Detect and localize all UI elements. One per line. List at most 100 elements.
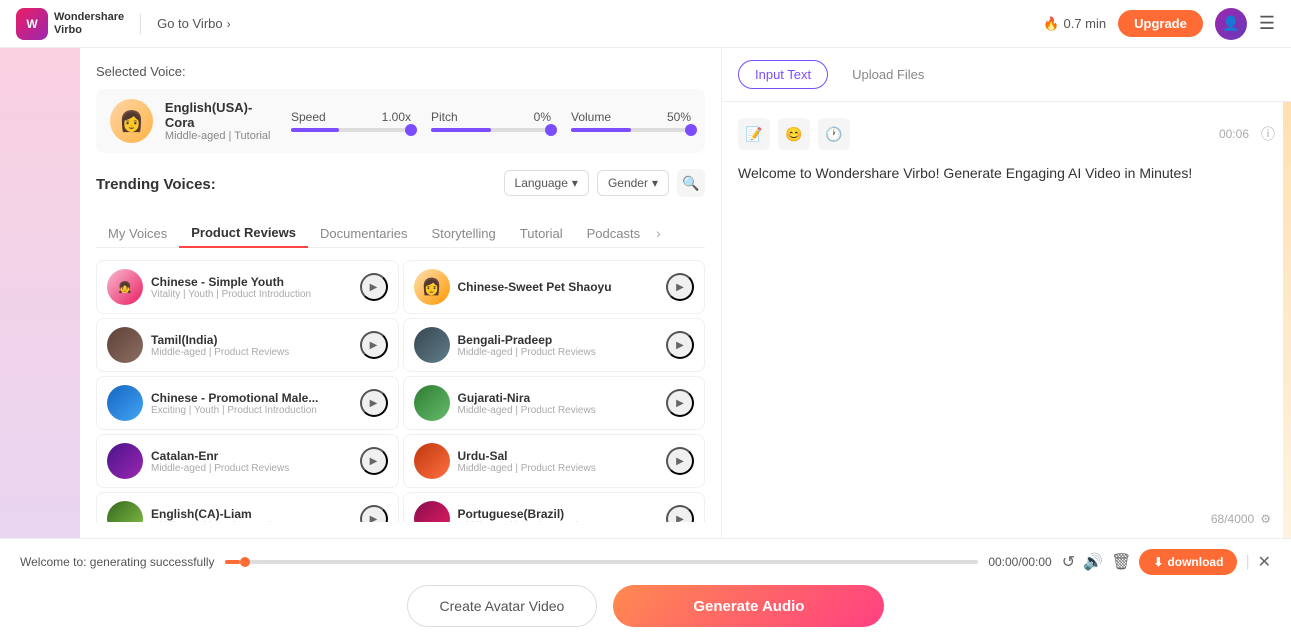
gender-filter[interactable]: Gender ▾: [597, 170, 669, 196]
topbar-right: 🔥 0.7 min Upgrade 👤 ☰: [1043, 8, 1275, 40]
tab-input-text[interactable]: Input Text: [738, 60, 828, 89]
text-content[interactable]: Welcome to Wondershare Virbo! Generate E…: [738, 162, 1275, 462]
voice-item-tags: Middle-aged | Product Reviews: [151, 521, 352, 523]
emoji-button[interactable]: 😊: [778, 118, 810, 150]
speed-slider[interactable]: [291, 128, 411, 132]
logo-text-top: Wondershare: [54, 11, 124, 23]
main-layout: Selected Voice: 👩 English(USA)-Cora Midd…: [0, 48, 1291, 538]
topbar-left: W Wondershare Virbo Go to Virbo ›: [16, 8, 231, 40]
list-item: Chinese - Promotional Male... Exciting |…: [96, 376, 399, 430]
tab-product-reviews[interactable]: Product Reviews: [179, 219, 308, 248]
speed-thumb: [405, 124, 417, 136]
download-icon: ⬇: [1153, 555, 1163, 569]
minute-count: 🔥 0.7 min: [1043, 16, 1106, 32]
list-item: Urdu-Sal Middle-aged | Product Reviews ▶: [403, 434, 706, 488]
pitch-slider-group: Pitch 0%: [431, 110, 551, 132]
tab-upload-files[interactable]: Upload Files: [836, 61, 940, 88]
text-style-button[interactable]: 📝: [738, 118, 770, 150]
right-accent-bar: [1283, 102, 1291, 538]
progress-fill: [225, 560, 240, 564]
separator: |: [1245, 553, 1249, 571]
list-item: Portuguese(Brazil) Middle-aged | Product…: [403, 492, 706, 522]
logo-text-bottom: Virbo: [54, 24, 124, 36]
replay-button[interactable]: ↺: [1062, 552, 1075, 572]
voice-item-info: Gujarati-Nira Middle-aged | Product Revi…: [458, 391, 659, 416]
voice-item-tags: Middle-aged | Product Reviews: [151, 463, 352, 474]
menu-icon[interactable]: ☰: [1259, 13, 1275, 34]
upgrade-button[interactable]: Upgrade: [1118, 10, 1203, 37]
list-item: English(CA)-Liam Middle-aged | Product R…: [96, 492, 399, 522]
chevron-down-icon: ▾: [572, 176, 578, 190]
progress-dot: [240, 557, 250, 567]
list-item: Tamil(India) Middle-aged | Product Revie…: [96, 318, 399, 372]
voice-item-tags: Middle-aged | Product Reviews: [458, 463, 659, 474]
settings-icon[interactable]: ⚙: [1260, 512, 1271, 526]
voice-item-tags: Exciting | Youth | Product Introduction: [151, 405, 352, 416]
char-count: 68/4000 ⚙: [1211, 512, 1271, 526]
pitch-slider[interactable]: [431, 128, 551, 132]
voice-item-tags: Middle-aged | Product Reviews: [458, 521, 659, 523]
play-button[interactable]: ▶: [666, 389, 694, 417]
go-to-virbo-link[interactable]: Go to Virbo ›: [157, 16, 231, 31]
volume-button[interactable]: 🔊: [1083, 552, 1103, 572]
voice-item-info: Chinese-Sweet Pet Shaoyu: [458, 280, 659, 294]
volume-slider[interactable]: [571, 128, 691, 132]
avatar: [414, 443, 450, 479]
timestamp: 00:06: [1219, 127, 1249, 141]
sliders-container: Speed 1.00x Pitch 0%: [291, 110, 691, 132]
fire-icon: 🔥: [1043, 16, 1059, 32]
tab-my-voices[interactable]: My Voices: [96, 220, 179, 247]
avatar: [107, 327, 143, 363]
list-item: 👩 Chinese-Sweet Pet Shaoyu ▶: [403, 260, 706, 314]
voice-name: English(USA)-Cora: [165, 100, 279, 130]
progress-track[interactable]: [225, 560, 979, 564]
play-button[interactable]: ▶: [360, 389, 388, 417]
play-button[interactable]: ▶: [360, 331, 388, 359]
tab-tutorial[interactable]: Tutorial: [508, 220, 575, 247]
play-button[interactable]: ▶: [666, 447, 694, 475]
pitch-fill: [431, 128, 491, 132]
list-item: Gujarati-Nira Middle-aged | Product Revi…: [403, 376, 706, 430]
tab-storytelling[interactable]: Storytelling: [419, 220, 507, 247]
player-status: Welcome to: generating successfully: [20, 555, 215, 569]
pitch-header: Pitch 0%: [431, 110, 551, 124]
logo-divider: [140, 14, 141, 34]
delete-button[interactable]: 🗑: [1111, 552, 1131, 572]
voice-item-name: Gujarati-Nira: [458, 391, 659, 405]
voice-item-name: Chinese - Simple Youth: [151, 275, 352, 289]
tab-documentaries[interactable]: Documentaries: [308, 220, 419, 247]
logo-icon: W: [16, 8, 48, 40]
play-button[interactable]: ▶: [666, 331, 694, 359]
voice-grid: 👧 Chinese - Simple Youth Vitality | Yout…: [96, 260, 705, 522]
voice-desc: Middle-aged | Tutorial: [165, 130, 279, 142]
tab-podcasts[interactable]: Podcasts: [575, 220, 652, 247]
play-button[interactable]: ▶: [360, 447, 388, 475]
pitch-thumb: [545, 124, 557, 136]
avatar: [414, 385, 450, 421]
download-button[interactable]: ⬇ download: [1139, 549, 1237, 575]
create-avatar-button[interactable]: Create Avatar Video: [407, 585, 598, 627]
history-button[interactable]: 🕐: [818, 118, 850, 150]
trending-label: Trending Voices:: [96, 176, 216, 193]
play-button[interactable]: ▶: [360, 273, 388, 301]
voice-info: English(USA)-Cora Middle-aged | Tutorial: [165, 100, 279, 142]
sidebar: [0, 48, 80, 538]
user-avatar[interactable]: 👤: [1215, 8, 1247, 40]
speed-slider-group: Speed 1.00x: [291, 110, 411, 132]
right-tabs: Input Text Upload Files: [722, 48, 1291, 102]
close-button[interactable]: ✕: [1258, 552, 1271, 572]
filters: Language ▾ Gender ▾ 🔍: [504, 169, 705, 197]
play-button[interactable]: ▶: [666, 505, 694, 522]
text-tools: 📝 😊 🕐 00:06 ⓘ: [738, 118, 1275, 150]
avatar: [107, 443, 143, 479]
logo: W Wondershare Virbo: [16, 8, 124, 40]
voice-item-tags: Vitality | Youth | Product Introduction: [151, 289, 352, 300]
play-button[interactable]: ▶: [666, 273, 694, 301]
play-button[interactable]: ▶: [360, 505, 388, 522]
tabs-scroll-right[interactable]: ›: [652, 225, 665, 241]
avatar: [414, 327, 450, 363]
language-filter[interactable]: Language ▾: [504, 170, 589, 196]
search-button[interactable]: 🔍: [677, 169, 705, 197]
generate-audio-button[interactable]: Generate Audio: [613, 585, 884, 627]
voice-item-name: Chinese-Sweet Pet Shaoyu: [458, 280, 659, 294]
